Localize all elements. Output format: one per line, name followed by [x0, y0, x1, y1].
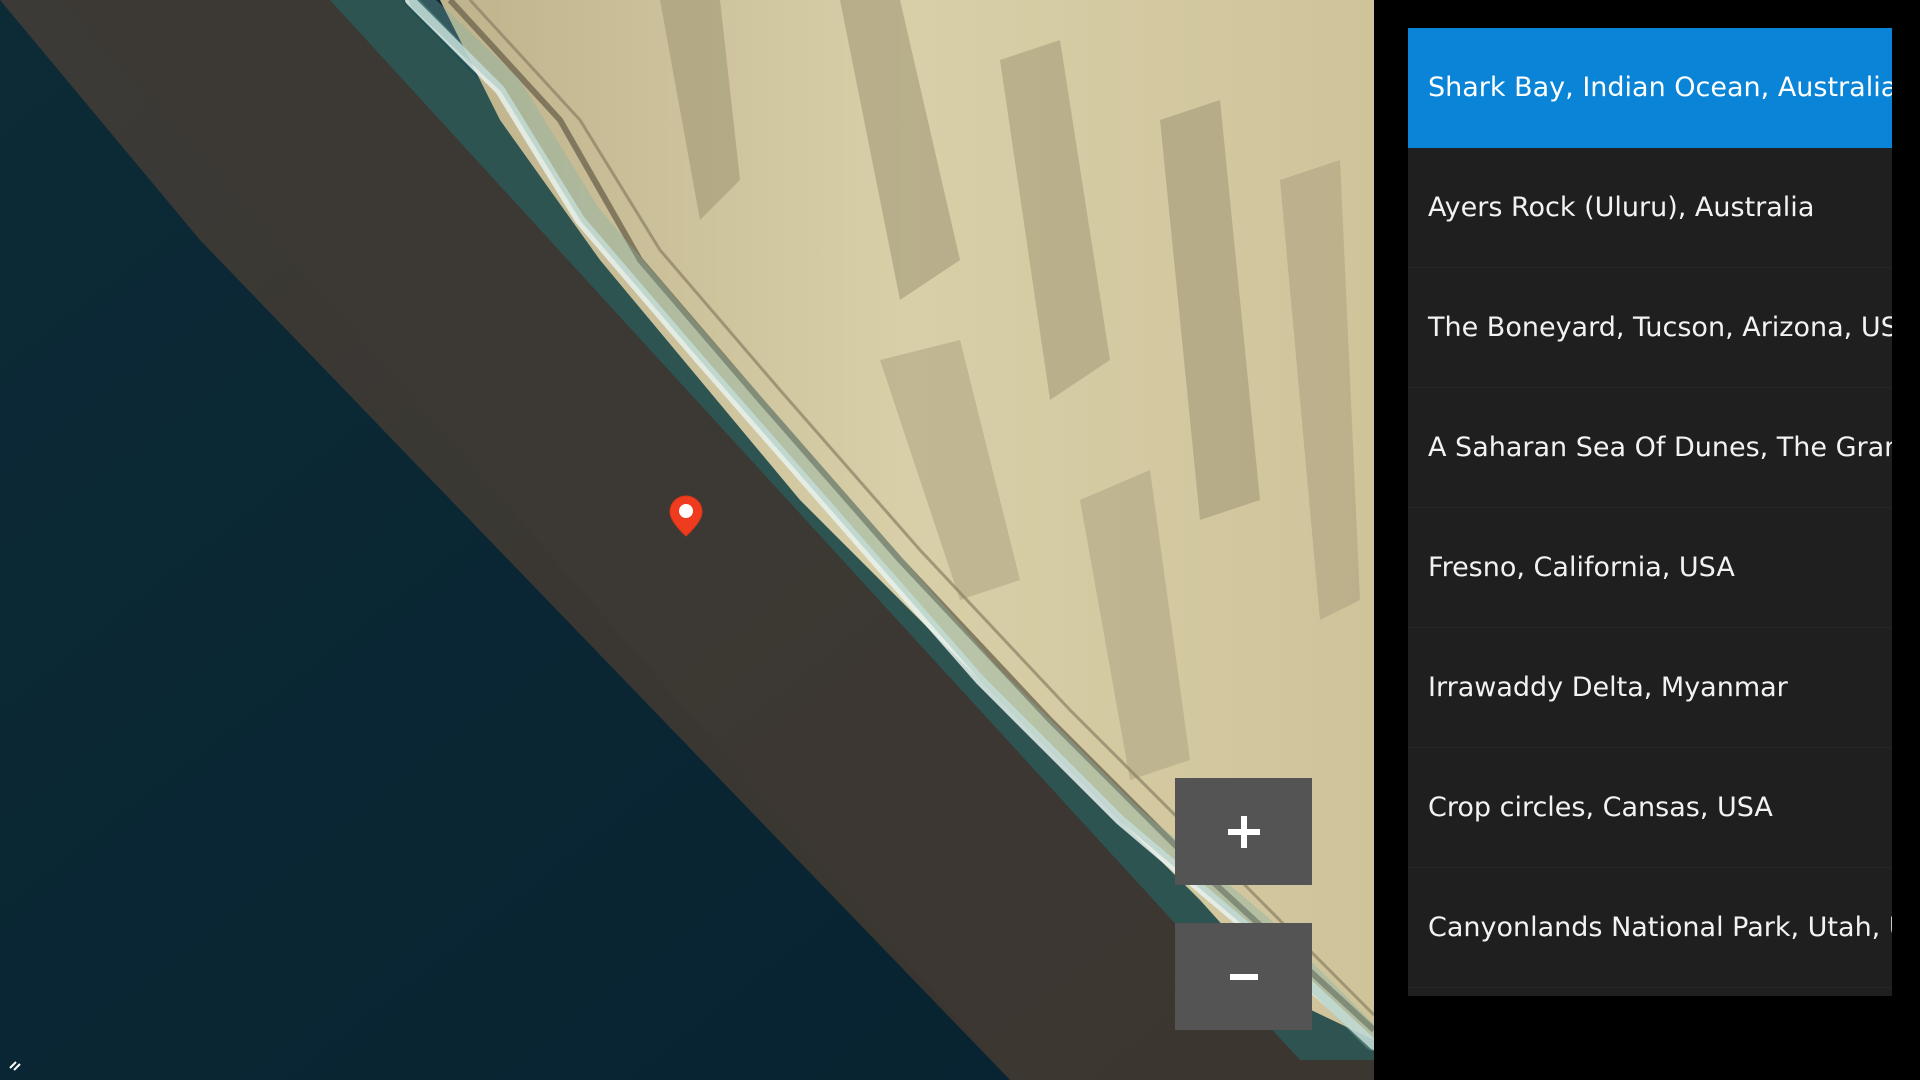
map-pin-icon[interactable]: [668, 494, 704, 538]
zoom-out-button[interactable]: [1175, 923, 1312, 1030]
location-list: Shark Bay, Indian Ocean, Australia Ayers …: [1408, 28, 1892, 996]
minus-icon: [1229, 973, 1258, 980]
app-window: Shark Bay, Indian Ocean, Australia Ayers …: [0, 0, 1920, 1080]
location-item[interactable]: Shark Bay, Indian Ocean, Australia: [1408, 28, 1892, 148]
satellite-imagery: [0, 0, 1374, 1080]
location-item[interactable]: Canyonlands National Park, Utah, U: [1408, 868, 1892, 988]
location-item[interactable]: A Saharan Sea Of Dunes, The Grand: [1408, 388, 1892, 508]
location-item[interactable]: Crop circles, Cansas, USA: [1408, 748, 1892, 868]
location-item[interactable]: The Boneyard, Tucson, Arizona, USA: [1408, 268, 1892, 388]
plus-icon: [1227, 815, 1260, 848]
location-item[interactable]: Irrawaddy Delta, Myanmar: [1408, 628, 1892, 748]
zoom-in-button[interactable]: [1175, 778, 1312, 885]
location-item[interactable]: Fresno, California, USA: [1408, 508, 1892, 628]
satellite-map[interactable]: [0, 0, 1374, 1080]
resize-handle-icon[interactable]: [8, 1058, 24, 1072]
location-item[interactable]: Ayers Rock (Uluru), Australia: [1408, 148, 1892, 268]
